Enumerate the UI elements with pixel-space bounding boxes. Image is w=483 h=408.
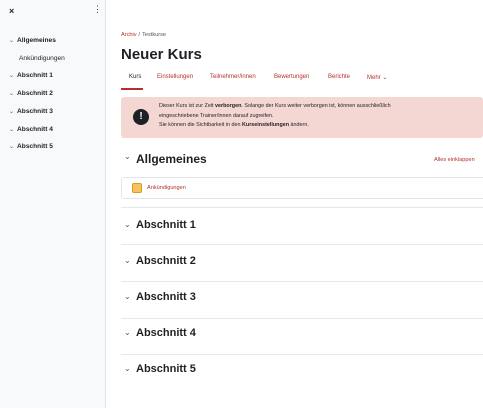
section-title-abschnitt-1[interactable]: Abschnitt 1: [136, 219, 196, 231]
sidebar-item-abschnitt-1[interactable]: ⌄ Abschnitt 1: [9, 72, 53, 79]
sidebar-item-label: Abschnitt 1: [17, 72, 53, 79]
breadcrumb-separator: /: [138, 32, 141, 38]
sidebar-item-allgemeines[interactable]: ⌄ Allgemeines: [9, 37, 56, 44]
chevron-down-icon[interactable]: ⌄: [9, 109, 14, 115]
activity-link-ankuendigungen[interactable]: Ankündigungen: [147, 185, 186, 191]
tab-kurs[interactable]: Kurs: [129, 74, 141, 80]
sidebar-item-label: Allgemeines: [17, 37, 56, 44]
sidebar-item-label: Abschnitt 4: [17, 126, 53, 133]
alert-line-1: Dieser Kurs ist zur Zeit verborgen. Sola…: [159, 103, 391, 109]
section-toggle-chevron-icon[interactable]: ⌄: [124, 292, 131, 301]
sidebar-item-label: Abschnitt 2: [17, 90, 53, 97]
section-toggle-chevron-icon[interactable]: ⌄: [124, 364, 131, 373]
sidebar-item-label: Abschnitt 5: [17, 143, 53, 150]
sidebar-item-abschnitt-2[interactable]: ⌄ Abschnitt 2: [9, 90, 53, 97]
sidebar-item-abschnitt-3[interactable]: ⌄ Abschnitt 3: [9, 108, 53, 115]
more-options-icon[interactable]: ⋮: [93, 5, 102, 14]
page-title: Neuer Kurs: [121, 46, 202, 63]
section-toggle-chevron-icon[interactable]: ⌄: [124, 152, 131, 161]
tab-berichte[interactable]: Berichte: [328, 74, 350, 80]
section-title-abschnitt-4[interactable]: Abschnitt 4: [136, 327, 196, 339]
chevron-down-icon[interactable]: ⌄: [9, 91, 14, 97]
sidebar-item-abschnitt-5[interactable]: ⌄ Abschnitt 5: [9, 143, 53, 150]
tab-mehr[interactable]: Mehr ⌄: [367, 74, 387, 81]
chevron-down-icon[interactable]: ⌄: [9, 38, 14, 44]
section-title-allgemeines[interactable]: Allgemeines: [136, 152, 207, 166]
activity-item: Ankündigungen: [121, 177, 483, 199]
alert-line-2: eingeschriebene Trainer/innen darauf zug…: [159, 113, 274, 119]
active-tab-indicator: [121, 88, 143, 90]
collapse-all-link[interactable]: Alles einklappen: [434, 157, 475, 163]
section-title-abschnitt-2[interactable]: Abschnitt 2: [136, 255, 196, 267]
forum-icon: [132, 183, 142, 193]
course-index-drawer: × ⋮ ⌄ Allgemeines Ankündigungen ⌄ Abschnit…: [0, 0, 106, 408]
section-divider: [121, 318, 483, 319]
chevron-down-icon[interactable]: ⌄: [9, 127, 14, 133]
section-title-abschnitt-5[interactable]: Abschnitt 5: [136, 363, 196, 375]
section-divider: [121, 281, 483, 282]
hidden-course-alert: ! Dieser Kurs ist zur Zeit verborgen. So…: [121, 97, 483, 138]
chevron-down-icon[interactable]: ⌄: [9, 144, 14, 150]
chevron-down-icon[interactable]: ⌄: [9, 73, 14, 79]
sidebar-item-abschnitt-4[interactable]: ⌄ Abschnitt 4: [9, 126, 53, 133]
tab-einstellungen[interactable]: Einstellungen: [157, 74, 193, 80]
breadcrumb: Archiv / Testkurse: [121, 32, 166, 38]
exclamation-icon: !: [133, 109, 149, 125]
section-toggle-chevron-icon[interactable]: ⌄: [124, 328, 131, 337]
sidebar-item-ankuendigungen[interactable]: Ankündigungen: [19, 55, 65, 62]
section-divider: [121, 207, 483, 208]
tab-teilnehmer[interactable]: Teilnehmer/innen: [210, 74, 256, 80]
section-divider: [121, 244, 483, 245]
section-divider: [121, 354, 483, 355]
tab-bewertungen[interactable]: Bewertungen: [274, 74, 309, 80]
alert-line-3: Sie können die Sichtbarkeit in den Kurse…: [159, 122, 309, 128]
section-toggle-chevron-icon[interactable]: ⌄: [124, 220, 131, 229]
section-title-abschnitt-3[interactable]: Abschnitt 3: [136, 291, 196, 303]
sidebar-item-label: Abschnitt 3: [17, 108, 53, 115]
section-toggle-chevron-icon[interactable]: ⌄: [124, 256, 131, 265]
breadcrumb-current[interactable]: Testkurse: [142, 32, 166, 38]
close-icon[interactable]: ×: [9, 6, 14, 16]
breadcrumb-link-archiv[interactable]: Archiv: [121, 32, 137, 38]
